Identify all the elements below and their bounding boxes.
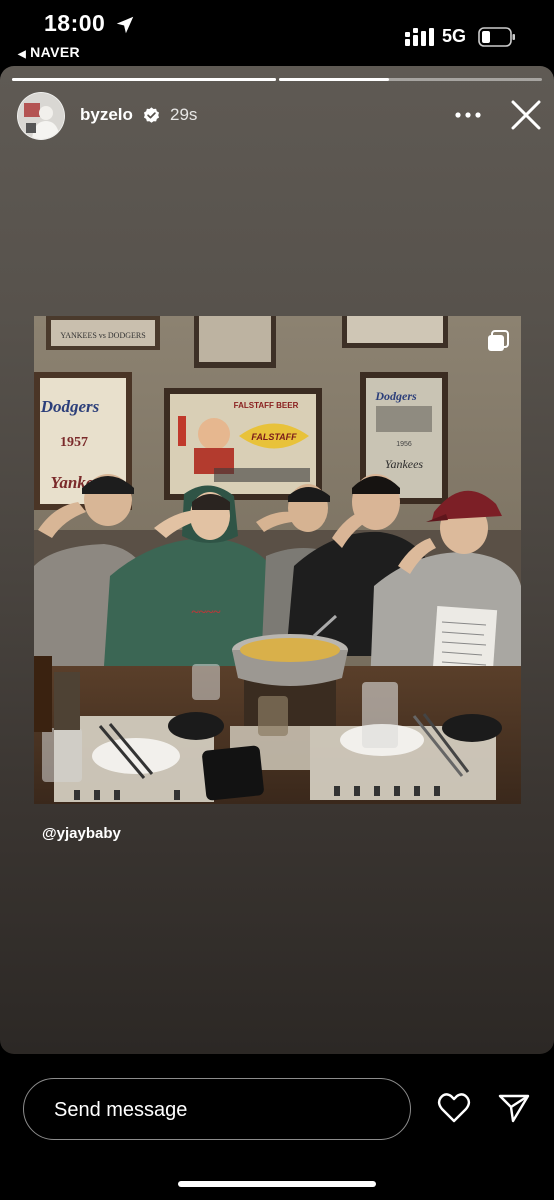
right-dodgers-text: Dodgers [374, 389, 417, 403]
battery-icon [478, 27, 515, 47]
story-viewer[interactable]: byzelo 29s YANKEES vs DODGERS Dodgers 19… [0, 66, 554, 1054]
story-timestamp: 29s [170, 105, 198, 124]
story-progress-segment [12, 78, 276, 81]
home-indicator[interactable] [178, 1181, 376, 1187]
send-message-placeholder: Send message [54, 1099, 188, 1121]
dodgers-text: Dodgers [40, 397, 100, 416]
svg-text:~~~~: ~~~~ [191, 605, 221, 620]
photo-illustration: YANKEES vs DODGERS Dodgers 1957 Yankees … [34, 316, 521, 804]
network-type: 5G [442, 26, 467, 46]
progress-fill [279, 78, 390, 81]
top-banner-text: YANKEES vs DODGERS [60, 331, 145, 340]
avatar-image [18, 93, 64, 139]
clock: 18:00 [44, 10, 106, 36]
verified-badge-icon [143, 107, 160, 123]
more-options-icon[interactable] [455, 112, 481, 118]
send-message-input[interactable]: Send message [23, 1078, 411, 1140]
mention-tag[interactable]: @yjaybaby [42, 825, 121, 842]
story-progress-segment [279, 78, 542, 81]
progress-fill [12, 78, 276, 81]
send-icon[interactable] [497, 1092, 531, 1124]
falstaff-logo: FALSTAFF [251, 432, 297, 442]
right-yankees-text: Yankees [385, 457, 424, 471]
shared-post-photo[interactable]: YANKEES vs DODGERS Dodgers 1957 Yankees … [34, 316, 521, 804]
close-icon[interactable] [510, 99, 542, 131]
signal-bars-icon [405, 28, 434, 46]
multiple-posts-icon [488, 330, 509, 351]
story-username[interactable]: byzelo [80, 105, 133, 125]
falstaff-title: FALSTAFF BEER [234, 401, 299, 410]
back-to-app-link[interactable]: ◀ NAVER [18, 44, 80, 60]
back-app-label: NAVER [30, 44, 81, 60]
right-year-text: 1956 [396, 441, 412, 448]
avatar[interactable] [17, 92, 65, 140]
location-arrow-icon [116, 16, 134, 34]
back-triangle-icon: ◀ [18, 49, 27, 60]
year-text: 1957 [60, 435, 88, 450]
heart-icon[interactable] [437, 1092, 471, 1124]
status-bar: 18:00 ◀ NAVER 5G [0, 0, 554, 66]
